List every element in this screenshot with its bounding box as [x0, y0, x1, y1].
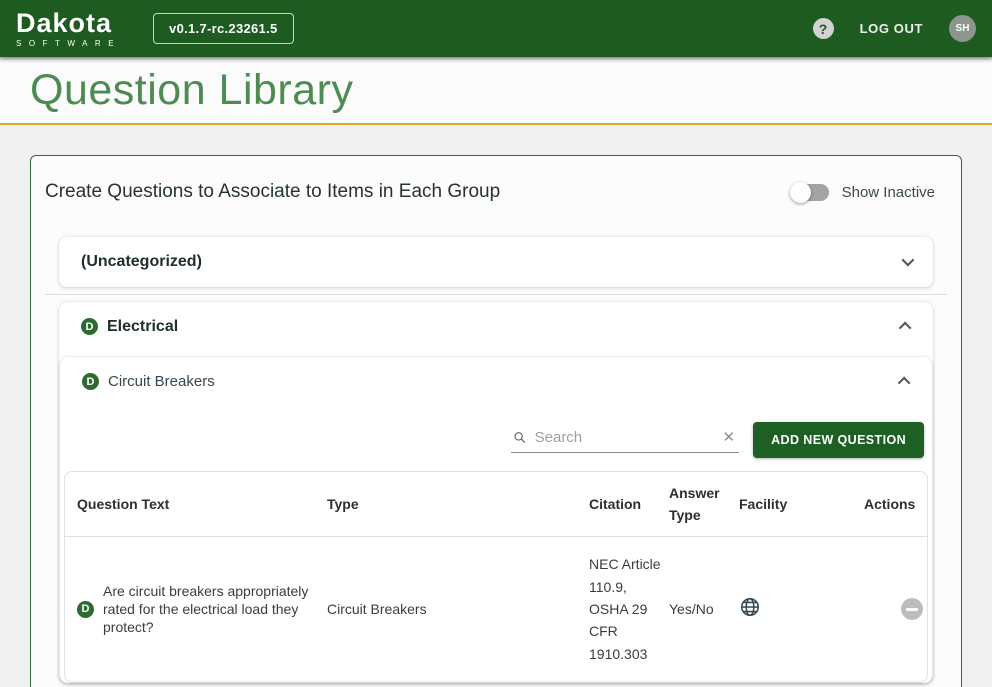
deactivate-question-icon[interactable]: [901, 598, 923, 621]
search-icon: [514, 431, 526, 443]
search-field[interactable]: ✕: [511, 426, 740, 453]
chevron-up-icon[interactable]: [897, 376, 911, 390]
col-header-question-text: Question Text: [77, 495, 170, 512]
search-input[interactable]: [534, 428, 713, 446]
show-inactive-label: Show Inactive: [841, 183, 935, 201]
question-type: Circuit Breakers: [327, 601, 427, 618]
logo-subtext: SOFTWARE: [16, 38, 122, 48]
group-label: Circuit Breakers: [108, 373, 215, 390]
chevron-up-icon[interactable]: [898, 321, 912, 335]
col-header-answer-type: Answer Type: [669, 484, 720, 523]
avatar[interactable]: SH: [949, 15, 976, 42]
group-header-circuit-breakers[interactable]: D Circuit Breakers: [60, 357, 932, 407]
group-header-electrical[interactable]: D Electrical: [59, 302, 933, 352]
question-citation: NEC Article 110.9, OSHA 29 CFR 1910.303: [589, 556, 661, 662]
col-header-facility: Facility: [739, 495, 788, 512]
group-label: (Uncategorized): [81, 252, 202, 270]
col-header-actions: Actions: [864, 495, 916, 512]
table-header-row: Question Text Type Citation Answer Type …: [65, 472, 927, 538]
question-toolbar: ✕ ADD NEW QUESTION: [64, 407, 928, 471]
question-text: Are circuit breakers appropriately rated…: [103, 582, 309, 636]
group-panel-uncategorized: (Uncategorized): [59, 236, 933, 287]
logo-wordmark: Dakota: [16, 7, 113, 38]
group-label: Electrical: [107, 317, 179, 335]
page-title: Question Library: [30, 65, 354, 114]
col-header-citation: Citation: [589, 495, 642, 512]
logout-button[interactable]: LOG OUT: [860, 21, 923, 36]
card-heading: Create Questions to Associate to Items i…: [45, 181, 501, 202]
question-answer-type: Yes/No: [669, 601, 714, 618]
dakota-library-icon: D: [77, 600, 94, 618]
app-header: Dakota SOFTWARE v0.1.7-rc.23261.5 ? LOG …: [0, 0, 992, 57]
help-icon[interactable]: ?: [812, 18, 834, 39]
show-inactive-toggle[interactable]: [789, 181, 829, 203]
add-new-question-button[interactable]: ADD NEW QUESTION: [753, 421, 924, 458]
group-panel-electrical: D Electrical D Circuit Breakers Search ✕…: [59, 301, 933, 684]
group-panel-circuit-breakers: D Circuit Breakers Search ✕ ADD NEW QUES…: [60, 356, 932, 684]
table-row: D Are circuit breakers appropriately rat…: [65, 537, 927, 683]
dakota-library-icon: D: [82, 373, 99, 390]
globe-icon: [740, 598, 760, 617]
col-header-type: Type: [327, 495, 359, 512]
clear-search-icon[interactable]: ✕: [721, 428, 738, 446]
version-badge: v0.1.7-rc.23261.5: [153, 13, 294, 44]
dakota-logo[interactable]: Dakota SOFTWARE: [16, 7, 122, 48]
questions-table: Question Text Type Citation Answer Type …: [64, 470, 928, 684]
page-title-bar: Question Library: [0, 57, 992, 125]
question-library-card: Create Questions to Associate to Items i…: [30, 155, 962, 687]
toggle-knob[interactable]: [789, 181, 811, 203]
dakota-library-icon: D: [81, 318, 98, 335]
divider: [45, 293, 947, 295]
group-header-uncategorized[interactable]: (Uncategorized): [59, 237, 933, 287]
chevron-down-icon[interactable]: [901, 253, 915, 267]
